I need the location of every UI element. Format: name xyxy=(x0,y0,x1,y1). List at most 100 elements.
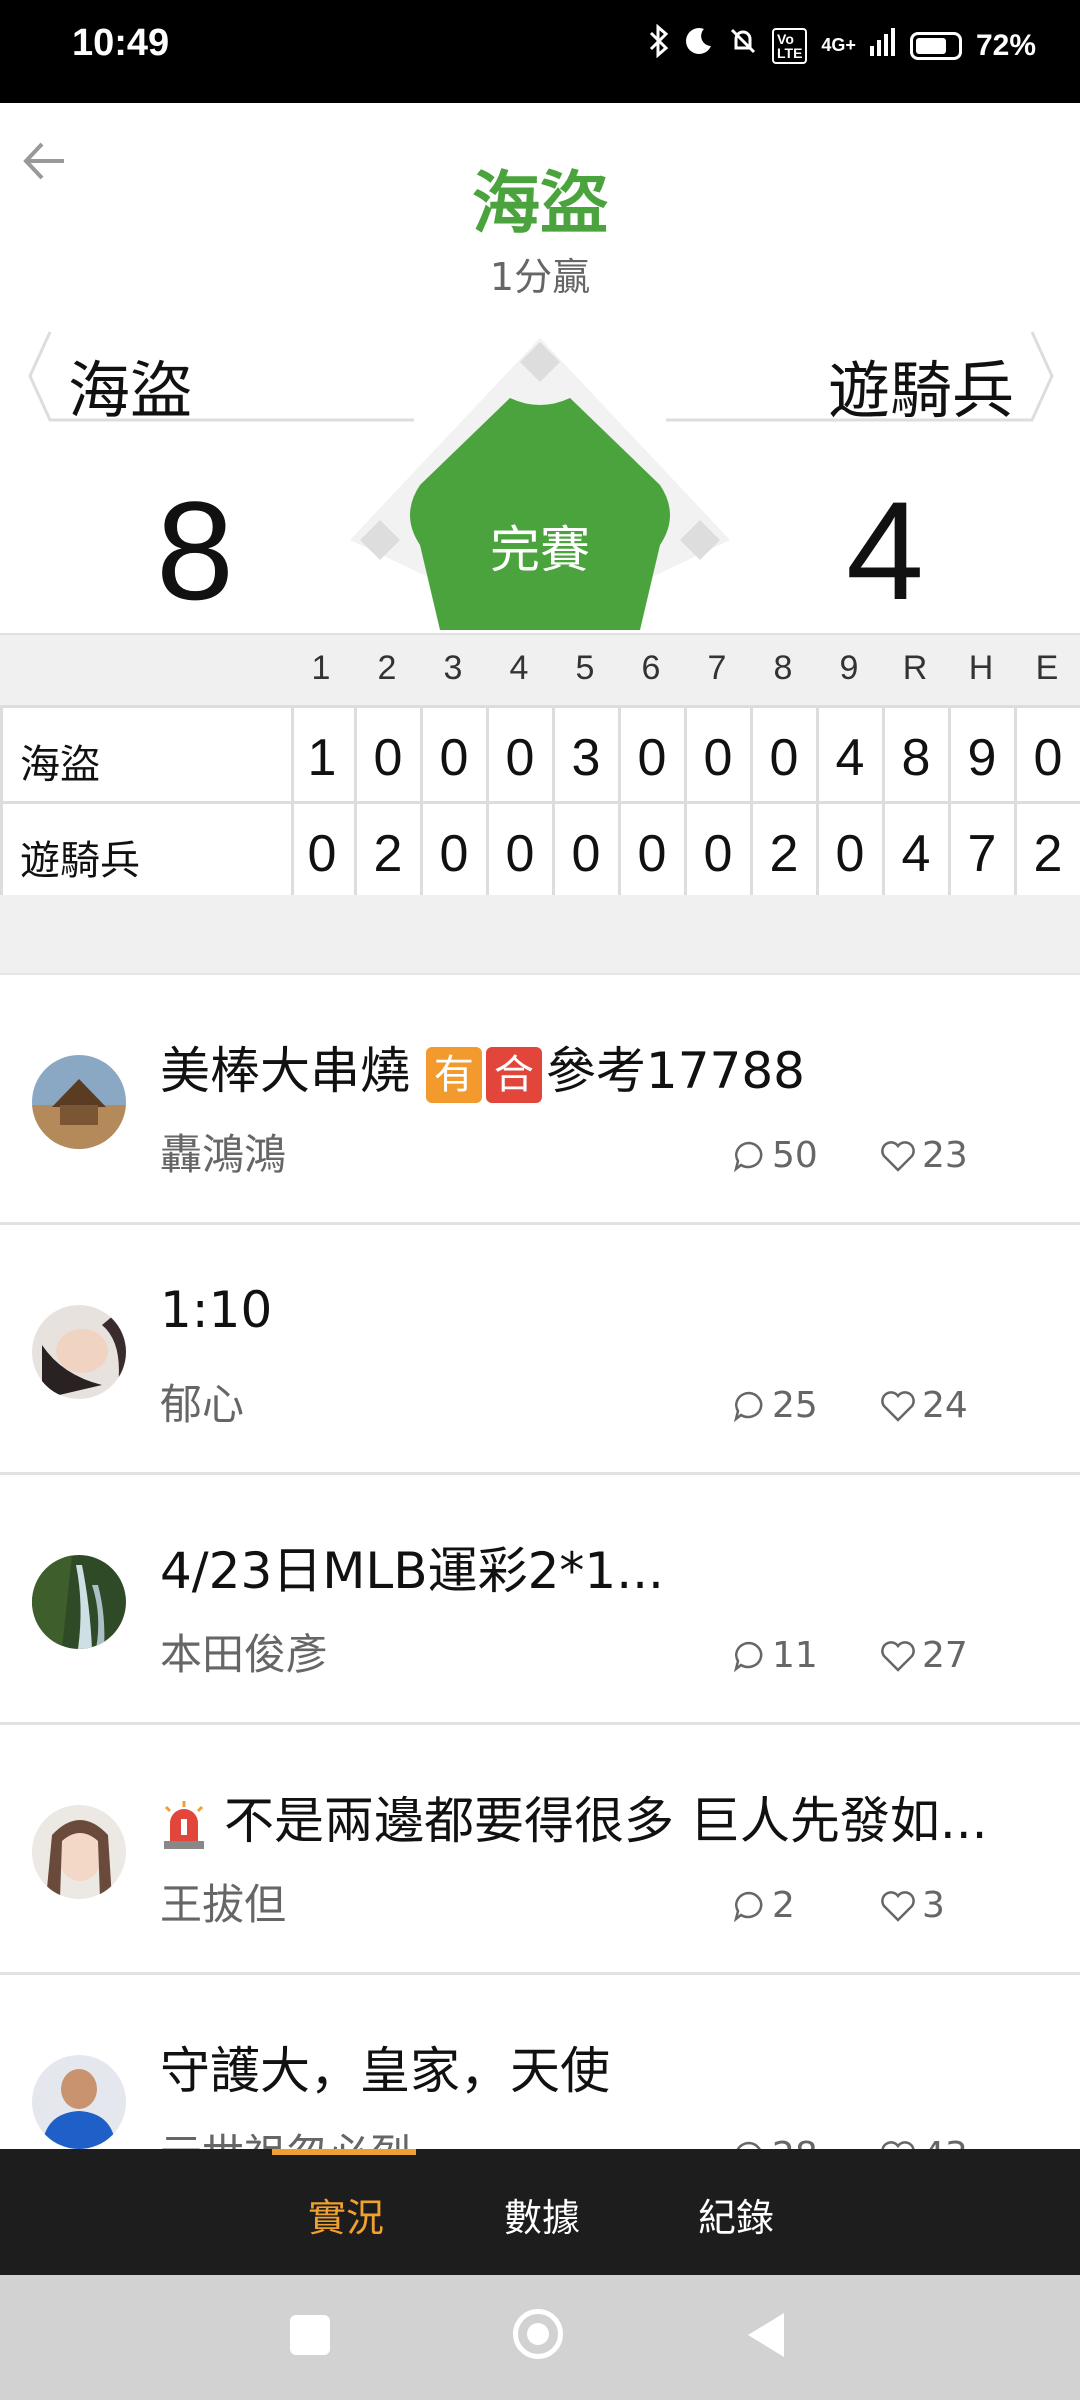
like-count[interactable]: 23 xyxy=(880,1135,968,1176)
siren-icon xyxy=(164,1800,204,1849)
post-title: 守護大，皇家，天使 xyxy=(160,2042,610,2100)
home-team-name: 海盜 xyxy=(68,354,193,427)
like-count[interactable]: 27 xyxy=(880,1635,968,1676)
like-count-value: 27 xyxy=(922,1635,968,1676)
avatar[interactable] xyxy=(32,1055,126,1149)
post-item[interactable]: 1:10 郁心 25 24 xyxy=(0,1225,1080,1475)
post-title: 1:10 xyxy=(160,1281,273,1339)
linescore-row-home: 海盜 1 0 0 0 3 0 0 0 4 8 9 0 xyxy=(0,705,1080,801)
like-count-value: 24 xyxy=(922,1385,968,1426)
post-title-text: 美棒大串燒 xyxy=(160,1042,410,1100)
inning-score: 0 xyxy=(769,729,799,787)
tab-live[interactable]: 實況 xyxy=(308,2187,384,2242)
game-result: 1分贏 xyxy=(489,255,591,299)
volte-icon: Vo LTE xyxy=(772,27,808,64)
comment-icon xyxy=(733,1141,763,1172)
inning-score: 0 xyxy=(637,729,667,787)
post-title: 美棒大串燒 有合參考17788 xyxy=(160,1031,1040,1103)
network-label: 4G+ xyxy=(821,35,856,55)
errors-total: 2 xyxy=(1033,825,1063,883)
heart-icon xyxy=(881,1390,915,1422)
like-count[interactable]: 3 xyxy=(880,1885,945,1926)
like-count[interactable]: 24 xyxy=(880,1385,968,1426)
home-icon[interactable] xyxy=(513,2309,563,2359)
post-author[interactable]: 轟鴻鴻 xyxy=(160,1121,286,1182)
hits-total: 9 xyxy=(967,729,997,787)
inning-score: 3 xyxy=(571,729,601,787)
inning-score: 0 xyxy=(439,729,469,787)
linescore-header: 1 2 3 4 5 6 7 8 9 R H E xyxy=(0,633,1080,705)
inning-score: 0 xyxy=(373,729,403,787)
hits-header: H xyxy=(968,649,994,687)
post-title: 4/23日MLB運彩2*1... xyxy=(160,1542,664,1600)
battery-percent: 72% xyxy=(975,28,1036,62)
inning-header: 5 xyxy=(575,649,595,687)
comment-count[interactable]: 11 xyxy=(732,1635,818,1676)
inning-score: 2 xyxy=(769,825,799,883)
linescore-team: 海盜 xyxy=(20,742,100,788)
runs-header: R xyxy=(902,649,928,687)
inning-header: 3 xyxy=(443,649,463,687)
avatar[interactable] xyxy=(32,1305,126,1399)
inning-score: 0 xyxy=(505,729,535,787)
inning-score: 0 xyxy=(505,825,535,883)
comment-count[interactable]: 50 xyxy=(732,1135,818,1176)
post-item[interactable]: 4/23日MLB運彩2*1... 本田俊彥 11 27 xyxy=(0,1475,1080,1725)
post-title-suffix: 參考17788 xyxy=(545,1042,805,1100)
avatar[interactable] xyxy=(32,1805,126,1899)
home-score: 8 xyxy=(156,472,234,629)
post-author[interactable]: 王拔但 xyxy=(160,1871,286,1932)
inning-score: 0 xyxy=(439,825,469,883)
inning-header: 6 xyxy=(641,649,661,687)
comment-count[interactable]: 2 xyxy=(732,1885,795,1926)
system-nav-bar xyxy=(0,2275,1080,2400)
battery-icon xyxy=(909,31,962,60)
bluetooth-icon xyxy=(648,23,670,67)
avatar[interactable] xyxy=(32,2055,126,2149)
post-item[interactable]: 不是兩邊都要得很多 巨人先發如... 王拔但 2 3 xyxy=(0,1725,1080,1975)
status-bar: 10:49 Vo LTE 4G+ 72% xyxy=(0,0,1080,103)
tab-records[interactable]: 紀錄 xyxy=(698,2187,774,2242)
comment-count-value: 11 xyxy=(772,1635,818,1676)
recents-icon[interactable] xyxy=(290,2315,330,2355)
inning-header: 1 xyxy=(311,649,331,687)
like-count-value: 23 xyxy=(922,1135,968,1176)
inning-score: 0 xyxy=(571,825,601,883)
inning-header: 2 xyxy=(377,649,397,687)
heart-icon xyxy=(881,1140,915,1172)
comment-icon xyxy=(733,1891,763,1922)
inning-score: 2 xyxy=(373,825,403,883)
post-item[interactable]: 美棒大串燒 有合參考17788 轟鴻鴻 50 23 xyxy=(0,975,1080,1225)
like-count-value: 3 xyxy=(922,1885,945,1926)
comment-icon xyxy=(733,1391,763,1422)
away-score: 4 xyxy=(846,472,924,629)
moon-icon xyxy=(684,26,714,65)
linescore-row-away: 遊騎兵 0 2 0 0 0 0 0 2 0 4 7 2 xyxy=(0,801,1080,897)
post-feed[interactable]: 美棒大串燒 有合參考17788 轟鴻鴻 50 23 1:10 郁心 25 24 xyxy=(0,975,1080,2225)
errors-header: E xyxy=(1035,649,1059,687)
inning-score: 0 xyxy=(835,825,865,883)
post-title-text: 不是兩邊都要得很多 巨人先發如... xyxy=(224,1792,988,1850)
runs-total: 8 xyxy=(901,729,931,787)
post-author[interactable]: 本田俊彥 xyxy=(160,1621,328,1682)
tag-you-badge: 有 xyxy=(425,1046,482,1103)
hits-total: 7 xyxy=(967,825,997,883)
tab-stats[interactable]: 數據 xyxy=(504,2187,580,2242)
inning-score: 0 xyxy=(307,825,337,883)
linescore-table: 1 2 3 4 5 6 7 8 9 R H E 海盜 1 0 0 0 3 0 0… xyxy=(0,633,1080,900)
post-author[interactable]: 郁心 xyxy=(160,1371,244,1432)
inning-score: 1 xyxy=(307,729,337,787)
comment-count-value: 50 xyxy=(772,1135,818,1176)
inning-header: 4 xyxy=(509,649,529,687)
mute-bell-icon xyxy=(728,26,758,65)
comment-count-value: 2 xyxy=(772,1885,795,1926)
comment-count[interactable]: 25 xyxy=(732,1385,818,1426)
tag-he-badge: 合 xyxy=(485,1046,542,1103)
inning-header: 7 xyxy=(707,649,727,687)
comment-count-value: 25 xyxy=(772,1385,818,1426)
inning-score: 0 xyxy=(703,825,733,883)
inning-header: 9 xyxy=(839,649,859,687)
back-icon[interactable] xyxy=(748,2313,784,2357)
avatar[interactable] xyxy=(32,1555,126,1649)
status-icons: Vo LTE 4G+ 72% xyxy=(648,23,1036,67)
